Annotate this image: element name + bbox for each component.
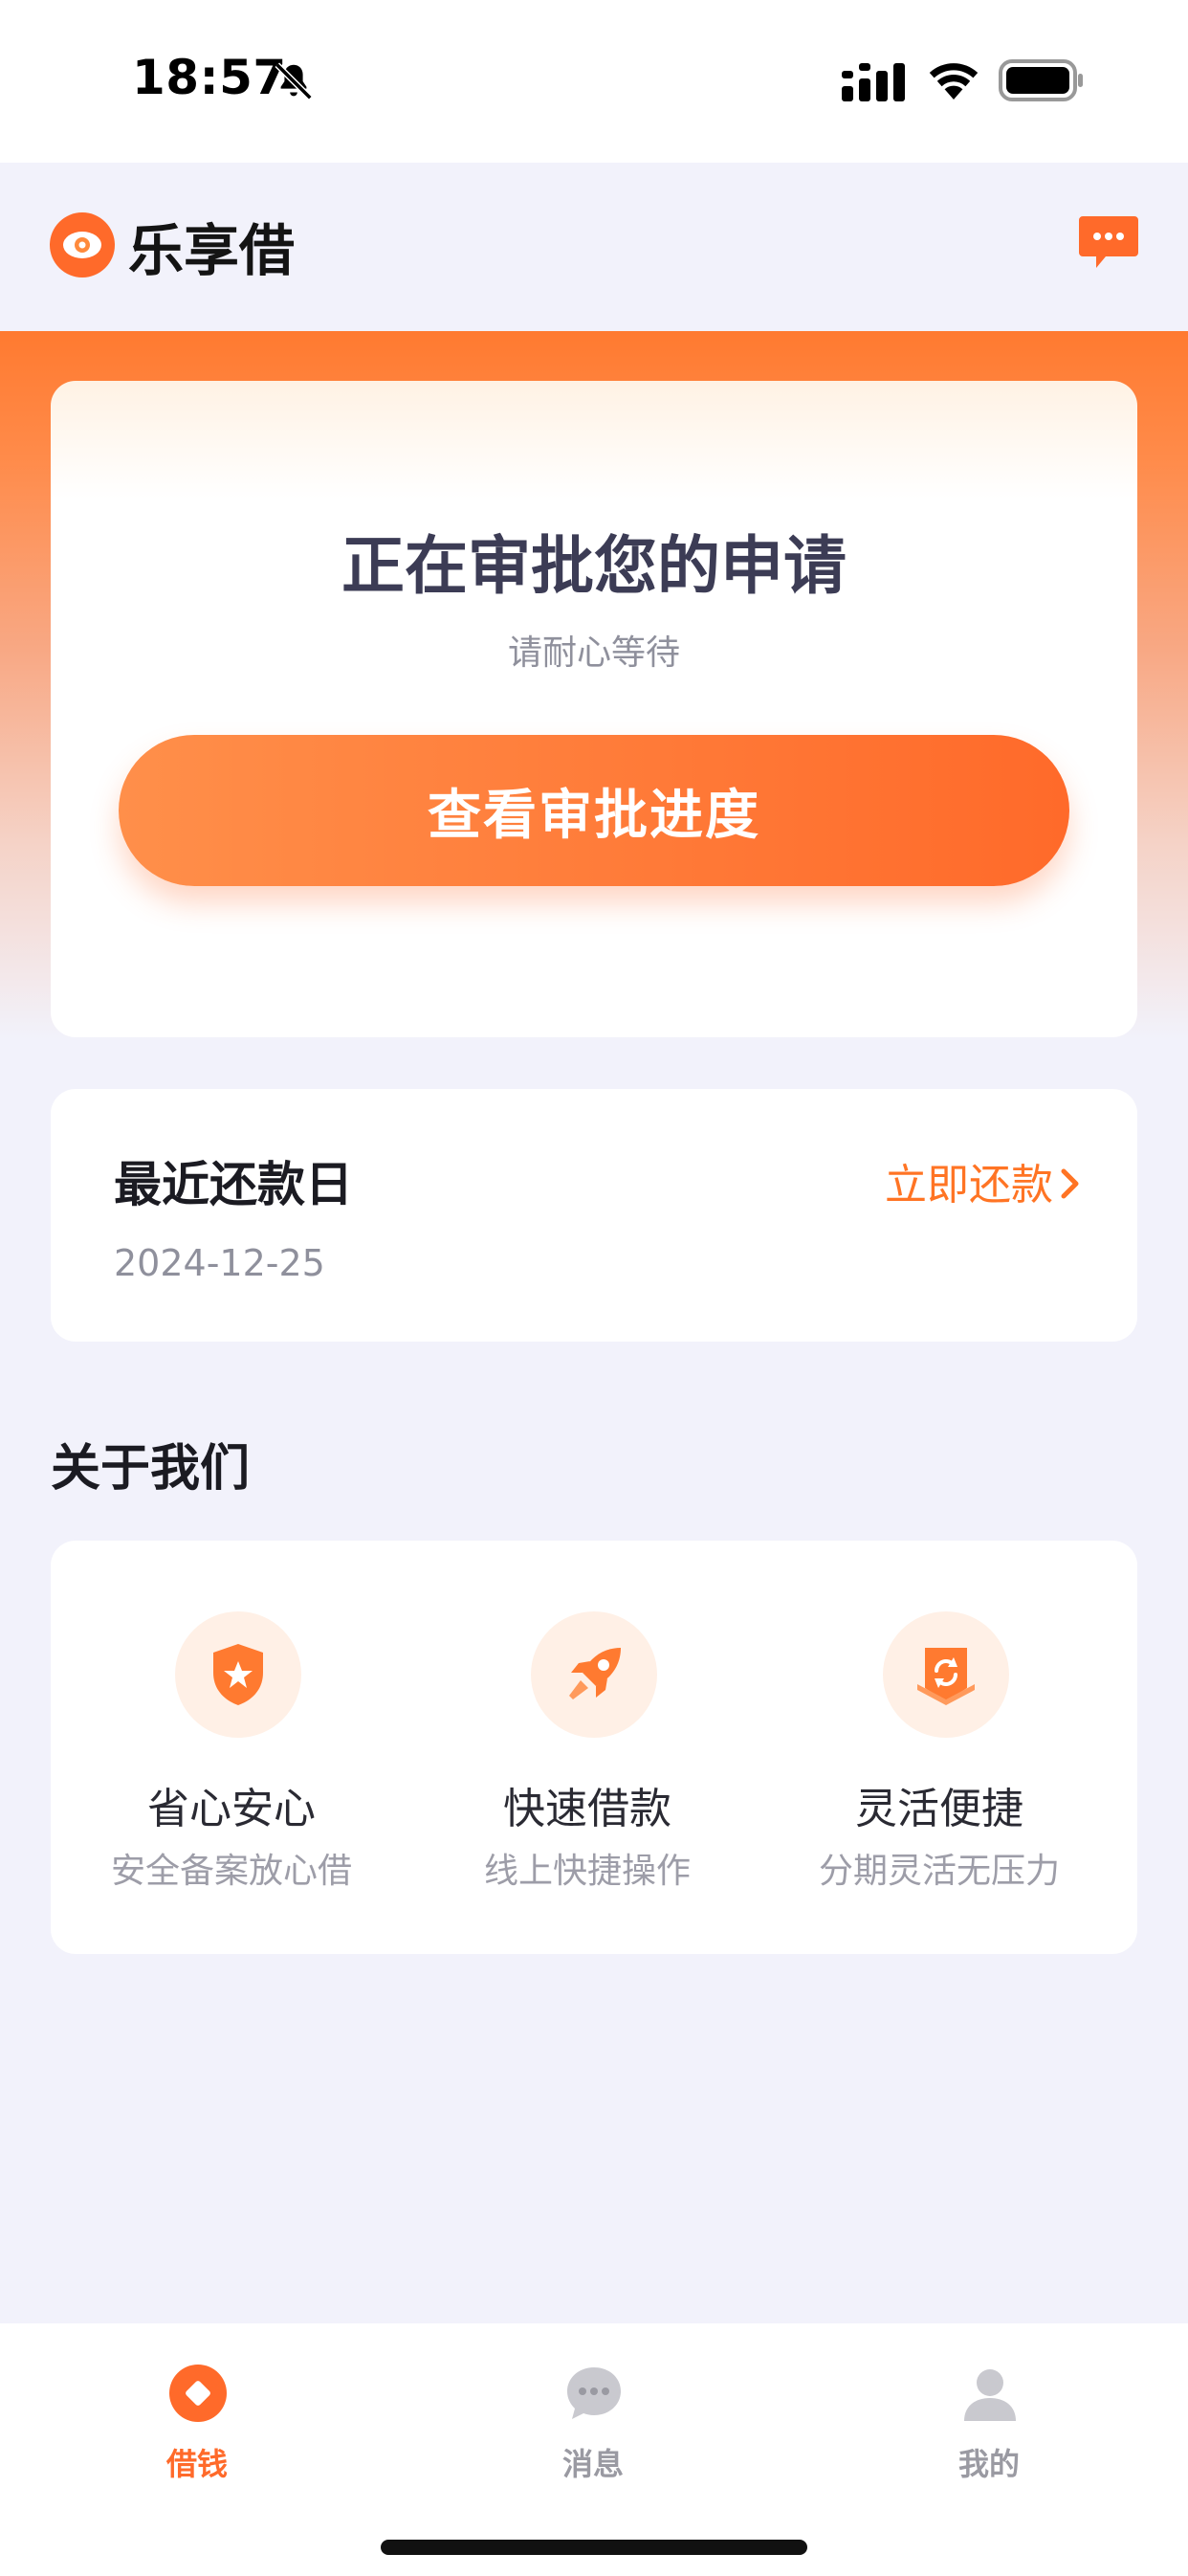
repay-now-link[interactable]: 立即还款 (885, 1150, 1053, 1211)
tab-borrow-label: 借钱 (165, 2446, 228, 2482)
tab-profile-label: 我的 (957, 2446, 1020, 2482)
feature-subtitle: 线上快捷操作 (483, 1852, 691, 1891)
customer-service-chat-icon[interactable] (1077, 212, 1140, 272)
rocket-icon (569, 1648, 621, 1699)
shield-star-icon (213, 1644, 263, 1705)
home-indicator (381, 2540, 807, 2555)
refresh-badge-icon (917, 1648, 975, 1705)
bell-off-icon (275, 62, 313, 100)
repayment-date: 2024-12-25 (114, 1242, 325, 1284)
brand-logo-icon (50, 212, 115, 278)
cellular-signal-icon (842, 63, 905, 101)
tab-profile[interactable]: 我的 (893, 2348, 1085, 2492)
status-time: 18:57 (132, 50, 287, 105)
app-header: 乐享借 (0, 163, 1188, 331)
feature-item: 灵活便捷 分期灵活无压力 (759, 1541, 1120, 1954)
tab-messages-label: 消息 (561, 2446, 624, 2482)
feature-title: 省心安心 (147, 1785, 316, 1833)
bottom-tab-bar: 借钱 消息 我的 (0, 2323, 1188, 2576)
repayment-card: 最近还款日 2024-12-25 立即还款 (51, 1089, 1137, 1342)
feature-subtitle: 分期灵活无压力 (818, 1852, 1060, 1891)
feature-icon-circle (175, 1611, 301, 1738)
feature-item: 省心安心 安全备案放心借 (51, 1541, 412, 1954)
wifi-icon (929, 63, 979, 100)
approval-card: 正在审批您的申请 请耐心等待 查看审批进度 (51, 381, 1137, 1037)
feature-icon-circle (883, 1611, 1009, 1738)
profile-icon (964, 2369, 1016, 2421)
tab-messages[interactable]: 消息 (497, 2348, 689, 2492)
status-bar: 18:57 (0, 0, 1188, 163)
message-icon (567, 2367, 621, 2419)
approval-subtitle: 请耐心等待 (507, 633, 680, 673)
feature-item: 快速借款 线上快捷操作 (407, 1541, 768, 1954)
about-card: 省心安心 安全备案放心借 快速借款 线上快捷操作 灵活便捷 分期灵活无压力 (51, 1541, 1137, 1954)
chevron-right-icon[interactable] (1057, 1166, 1084, 1202)
battery-icon (999, 59, 1083, 101)
view-progress-button[interactable]: 查看审批进度 (119, 735, 1069, 886)
approval-title: 正在审批您的申请 (341, 529, 847, 603)
tab-borrow[interactable]: 借钱 (101, 2348, 293, 2492)
view-progress-button-label: 查看审批进度 (428, 784, 760, 847)
feature-icon-circle (531, 1611, 657, 1738)
repayment-label: 最近还款日 (114, 1157, 353, 1212)
feature-title: 快速借款 (503, 1785, 671, 1833)
feature-title: 灵活便捷 (855, 1785, 1023, 1833)
feature-subtitle: 安全备案放心借 (110, 1852, 352, 1891)
about-section-title: 关于我们 (51, 1440, 251, 1498)
app-name: 乐享借 (128, 218, 296, 283)
borrow-icon (169, 2365, 227, 2422)
